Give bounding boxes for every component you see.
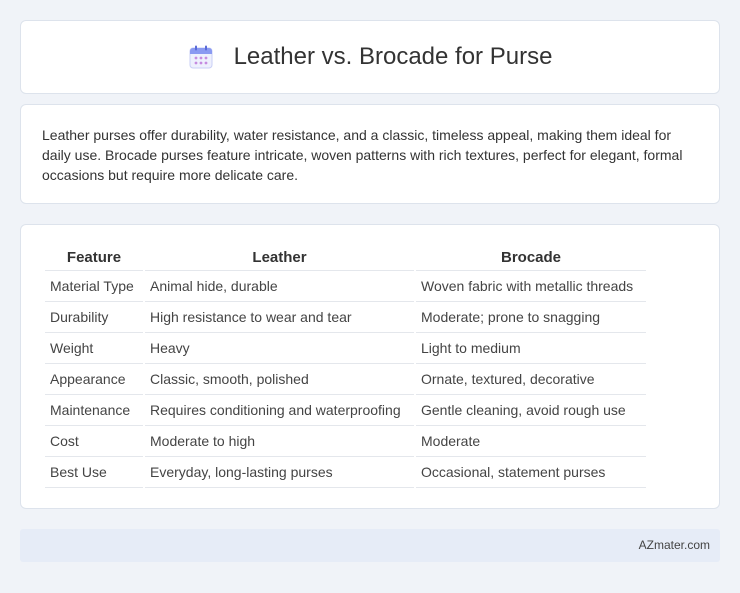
leather-cell: Requires conditioning and waterproofing [145, 395, 414, 426]
comparison-table: Feature Leather Brocade Material Type An… [43, 245, 648, 488]
calendar-icon [188, 44, 214, 70]
table-row: Weight Heavy Light to medium [45, 333, 646, 364]
footer-brand[interactable]: AZmater.com [639, 538, 710, 552]
table-row: Best Use Everyday, long-lasting purses O… [45, 457, 646, 488]
feature-cell: Maintenance [45, 395, 143, 426]
leather-cell: Animal hide, durable [145, 271, 414, 302]
title-wrap: Leather vs. Brocade for Purse [188, 43, 553, 71]
brocade-cell: Moderate; prone to snagging [416, 302, 646, 333]
leather-cell: Moderate to high [145, 426, 414, 457]
feature-cell: Weight [45, 333, 143, 364]
table-row: Cost Moderate to high Moderate [45, 426, 646, 457]
column-header-brocade: Brocade [416, 245, 646, 271]
table-row: Maintenance Requires conditioning and wa… [45, 395, 646, 426]
brocade-cell: Light to medium [416, 333, 646, 364]
leather-cell: High resistance to wear and tear [145, 302, 414, 333]
comparison-card: Feature Leather Brocade Material Type An… [20, 224, 720, 509]
brocade-cell: Ornate, textured, decorative [416, 364, 646, 395]
title-card: Leather vs. Brocade for Purse [20, 20, 720, 94]
footer-bar: AZmater.com [20, 529, 720, 562]
leather-cell: Classic, smooth, polished [145, 364, 414, 395]
leather-cell: Everyday, long-lasting purses [145, 457, 414, 488]
intro-card: Leather purses offer durability, water r… [20, 104, 720, 204]
brocade-cell: Woven fabric with metallic threads [416, 271, 646, 302]
column-header-leather: Leather [145, 245, 414, 271]
feature-cell: Appearance [45, 364, 143, 395]
page-title: Leather vs. Brocade for Purse [233, 43, 553, 70]
leather-cell: Heavy [145, 333, 414, 364]
table-row: Material Type Animal hide, durable Woven… [45, 271, 646, 302]
feature-cell: Material Type [45, 271, 143, 302]
table-row: Durability High resistance to wear and t… [45, 302, 646, 333]
feature-cell: Durability [45, 302, 143, 333]
feature-cell: Best Use [45, 457, 143, 488]
brocade-cell: Occasional, statement purses [416, 457, 646, 488]
brocade-cell: Moderate [416, 426, 646, 457]
feature-cell: Cost [45, 426, 143, 457]
brocade-cell: Gentle cleaning, avoid rough use [416, 395, 646, 426]
table-header-row: Feature Leather Brocade [45, 245, 646, 271]
table-row: Appearance Classic, smooth, polished Orn… [45, 364, 646, 395]
column-header-feature: Feature [45, 245, 143, 271]
intro-text: Leather purses offer durability, water r… [42, 127, 683, 183]
